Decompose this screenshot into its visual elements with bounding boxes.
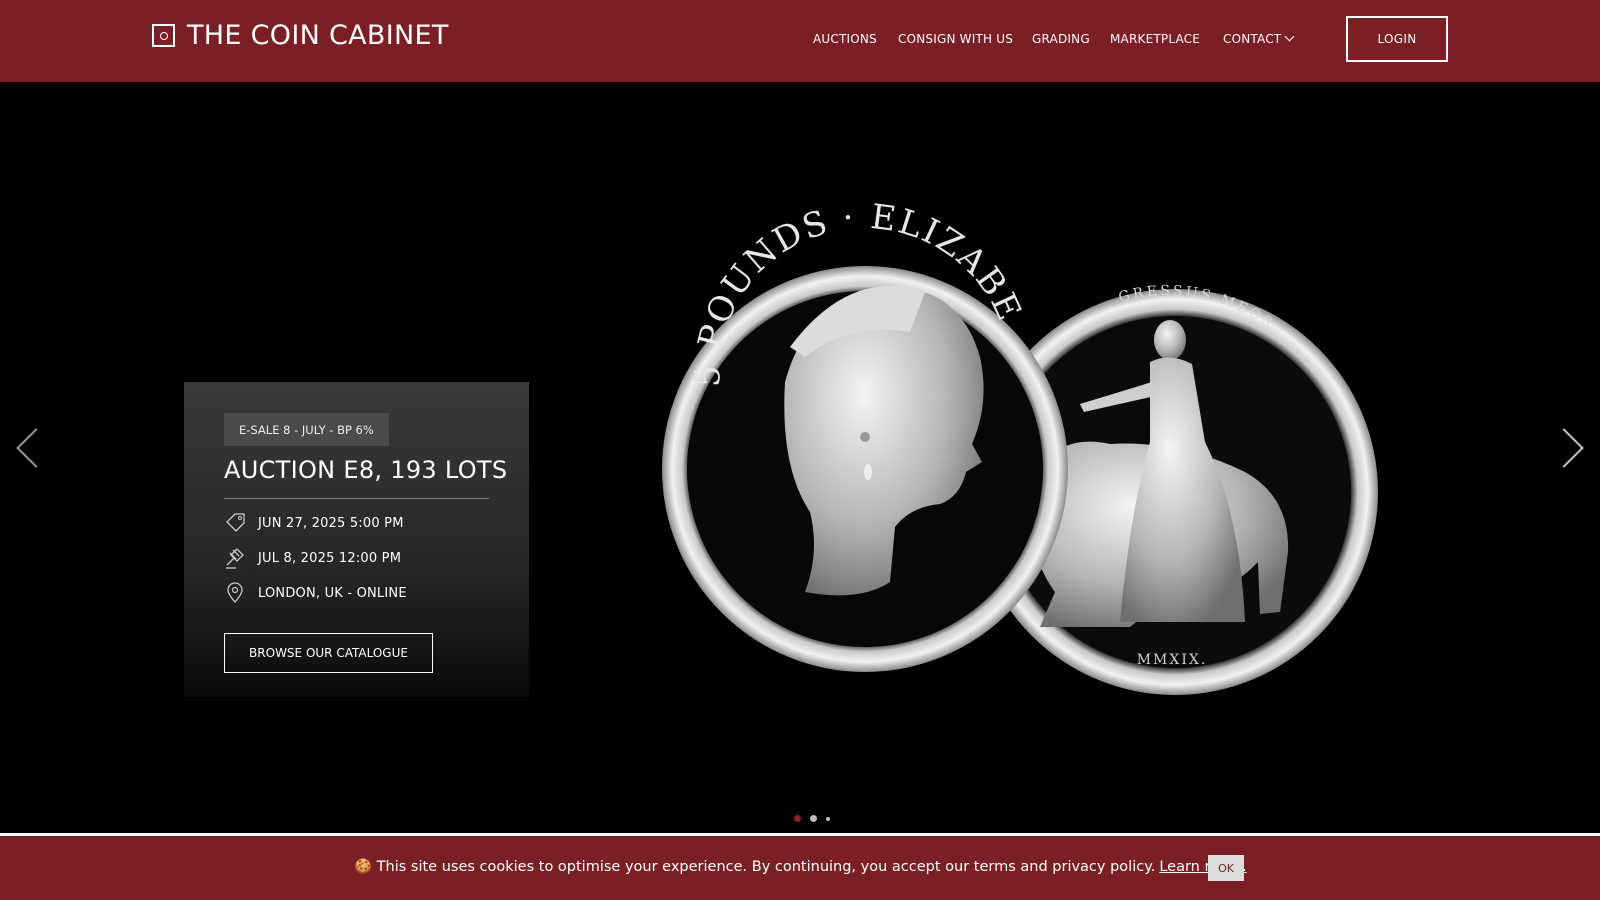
gavel-icon [224, 547, 246, 569]
coin-reverse-year: MMXIX. [1137, 652, 1208, 668]
coin-obverse: 5 POUNDS · ELIZABETH II · D · G · REG · … [660, 182, 1068, 672]
slide-dot-2[interactable] [810, 815, 817, 822]
location-pin-icon [224, 582, 246, 604]
logo-icon [152, 24, 175, 47]
hero-slider: GRESSUS MEOS MMXIX. 5 POUNDS · ELIZABETH… [0, 82, 1600, 833]
end-datetime-text: JUL 8, 2025 12:00 PM [258, 550, 402, 566]
cookie-message: 🍪 This site uses cookies to optimise you… [354, 858, 1247, 875]
tag-icon [224, 512, 246, 534]
login-button[interactable]: LOGIN [1346, 16, 1448, 62]
top-navbar: THE COIN CABINET AUCTIONS CONSIGN WITH U… [0, 0, 1600, 82]
brand-logo[interactable]: THE COIN CABINET [152, 20, 449, 51]
coin-image: GRESSUS MEOS MMXIX. 5 POUNDS · ELIZABETH… [660, 182, 1378, 695]
location-text: LONDON, UK - ONLINE [258, 585, 407, 601]
nav-marketplace[interactable]: MARKETPLACE [1110, 32, 1200, 46]
location: LONDON, UK - ONLINE [224, 582, 407, 604]
nav-auctions[interactable]: AUCTIONS [813, 32, 877, 46]
nav-contact-label: CONTACT [1223, 32, 1282, 46]
auction-info-card: E-SALE 8 - JULY - BP 6% AUCTION E8, 193 … [184, 382, 529, 697]
nav-grading[interactable]: GRADING [1032, 32, 1090, 46]
slider-dots [794, 815, 830, 822]
nav-contact[interactable]: CONTACT [1223, 31, 1295, 46]
slide-dot-1[interactable] [794, 815, 801, 822]
brand-name: THE COIN CABINET [187, 20, 449, 51]
start-datetime: JUN 27, 2025 5:00 PM [224, 512, 404, 534]
slider-next-arrow-icon[interactable] [1544, 428, 1584, 468]
browse-catalogue-button[interactable]: BROWSE OUR CATALOGUE [224, 633, 433, 673]
cookie-message-text: 🍪 This site uses cookies to optimise you… [354, 859, 1156, 875]
start-datetime-text: JUN 27, 2025 5:00 PM [258, 515, 404, 531]
cookie-ok-button[interactable]: OK [1208, 855, 1244, 881]
cookie-banner: 🍪 This site uses cookies to optimise you… [0, 836, 1600, 900]
slider-prev-arrow-icon[interactable] [16, 428, 56, 468]
sale-badge: E-SALE 8 - JULY - BP 6% [224, 413, 389, 446]
chevron-down-icon [1284, 31, 1295, 42]
divider [224, 498, 489, 499]
slide-dot-3[interactable] [826, 816, 830, 821]
nav-consign[interactable]: CONSIGN WITH US [898, 32, 1013, 46]
auction-title: AUCTION E8, 193 LOTS [224, 456, 508, 484]
end-datetime: JUL 8, 2025 12:00 PM [224, 547, 401, 569]
